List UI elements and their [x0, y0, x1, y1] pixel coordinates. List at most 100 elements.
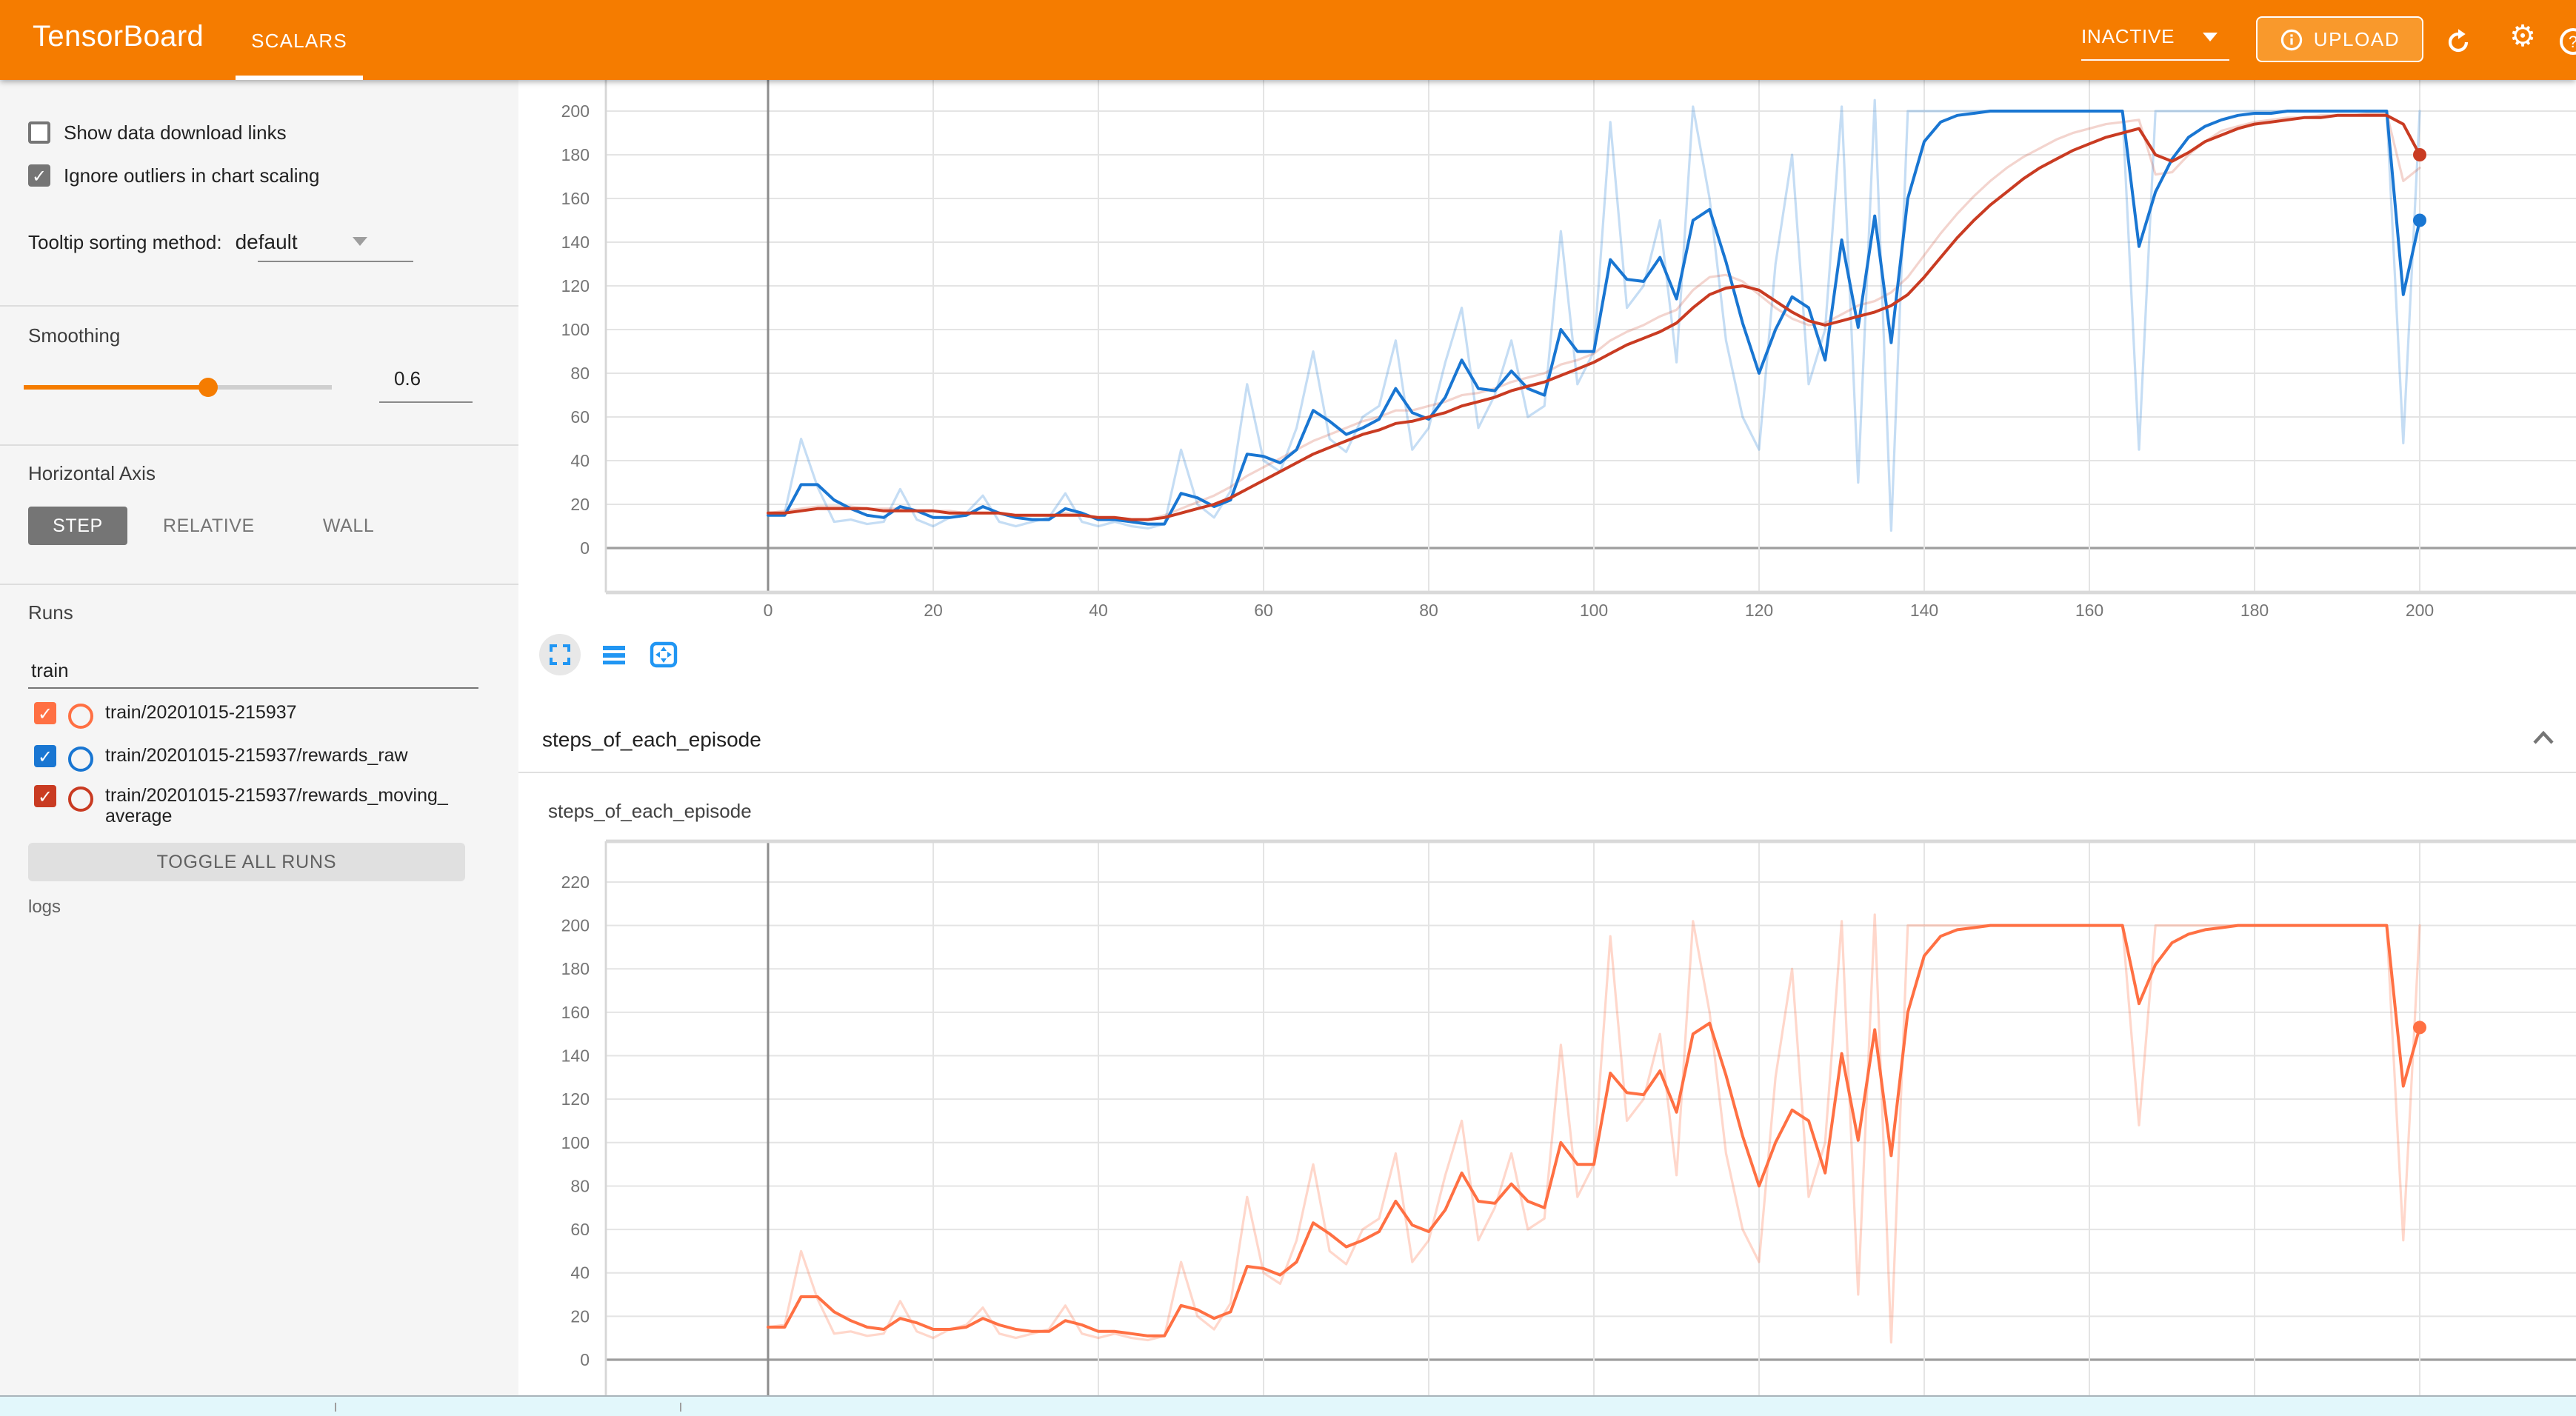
smoothing-slider[interactable] [24, 376, 332, 397]
y-axis-tick-label: 200 [561, 916, 590, 935]
y-axis-tick-label: 100 [561, 1133, 590, 1152]
rewards-chart[interactable]: 0204060801001201401601802000204060801001… [518, 80, 2576, 625]
tensorboard-app: TensorBoard SCALARS INACTIVE UPLOAD ⚙ [0, 0, 2576, 1416]
expand-chart-button[interactable] [539, 634, 581, 675]
divider [0, 584, 518, 585]
divider [0, 444, 518, 446]
y-axis-tick-label: 0 [580, 538, 590, 558]
app-header: TensorBoard SCALARS INACTIVE UPLOAD ⚙ [0, 0, 2576, 80]
collapse-section-icon[interactable] [2532, 727, 2555, 754]
scalars-dashboard: 0204060801001201401601802000204060801001… [518, 80, 2576, 1395]
horizontal-scrollbar[interactable] [0, 1395, 2576, 1416]
x-axis-tick-label: 40 [1089, 601, 1108, 620]
ignore-outliers-row[interactable]: Ignore outliers in chart scaling [28, 164, 319, 187]
environment-select-value: INACTIVE [2081, 25, 2175, 47]
toggle-all-runs-button[interactable]: TOGGLE ALL RUNS [28, 843, 465, 881]
show-download-links-label: Show data download links [64, 121, 287, 144]
y-axis-tick-label: 20 [570, 495, 590, 514]
info-icon [2280, 27, 2303, 51]
svg-text:?: ? [2569, 33, 2576, 51]
y-axis-tick-label: 180 [561, 959, 590, 978]
run-checkbox[interactable] [34, 702, 56, 724]
x-axis-tick-label: 60 [1254, 601, 1273, 620]
chart-title: steps_of_each_episode [548, 800, 752, 822]
haxis-wall-button[interactable]: WALL [302, 507, 396, 545]
x-axis-tick-label: 200 [2406, 601, 2434, 620]
y-axis-tick-label: 120 [561, 1089, 590, 1109]
run-row[interactable]: train/20201015-215937 [34, 702, 458, 728]
run-color-ring [68, 703, 93, 728]
tab-scalars[interactable]: SCALARS [236, 0, 363, 80]
gear-icon[interactable]: ⚙ [2506, 19, 2539, 52]
y-axis-tick-label: 160 [561, 189, 590, 208]
run-label: train/20201015-215937/rewards_moving_ave… [105, 785, 458, 828]
chart-toolbar [539, 631, 681, 678]
x-axis-tick-label: 180 [2240, 601, 2269, 620]
run-label: train/20201015-215937 [105, 702, 458, 724]
y-axis-tick-label: 120 [561, 276, 590, 295]
show-download-links-row[interactable]: Show data download links [28, 121, 287, 144]
help-icon[interactable]: ? [2557, 25, 2576, 58]
y-axis-tick-label: 40 [570, 451, 590, 470]
x-axis-tick-label: 20 [924, 601, 943, 620]
tag-section-title: steps_of_each_episode [542, 707, 761, 772]
horizontal-axis-segmented: STEP RELATIVE WALL [28, 507, 395, 545]
y-axis-tick-label: 200 [561, 101, 590, 121]
ignore-outliers-checkbox[interactable] [28, 164, 50, 187]
smoothing-label: Smoothing [28, 324, 120, 347]
series-end-dot [2413, 1021, 2426, 1034]
y-axis-tick-label: 0 [580, 1350, 590, 1369]
run-color-ring [68, 786, 93, 811]
upload-button[interactable]: UPLOAD [2256, 16, 2423, 62]
y-axis-tick-label: 100 [561, 320, 590, 339]
y-axis-tick-label: 80 [570, 364, 590, 383]
run-row[interactable]: train/20201015-215937/rewards_moving_ave… [34, 785, 458, 828]
settings-sidebar: Show data download links Ignore outliers… [0, 80, 518, 1395]
horizontal-axis-label: Horizontal Axis [28, 462, 156, 484]
x-axis-tick-label: 160 [2075, 601, 2103, 620]
tooltip-sorting-row: Tooltip sorting method: default [28, 230, 367, 253]
toggle-y-axis-button[interactable] [595, 637, 631, 672]
tooltip-sorting-label: Tooltip sorting method: [28, 230, 222, 253]
x-axis-tick-label: 0 [764, 601, 773, 620]
expand-icon [548, 643, 572, 667]
lines-icon [601, 643, 626, 667]
tag-section-header[interactable]: steps_of_each_episode [518, 707, 2576, 772]
scrollbar-tick [335, 1403, 336, 1412]
tooltip-sorting-underline [258, 261, 413, 262]
run-label: train/20201015-215937/rewards_raw [105, 745, 458, 767]
y-axis-tick-label: 180 [561, 145, 590, 164]
x-axis-tick-label: 140 [1910, 601, 1938, 620]
app-title: TensorBoard [33, 21, 204, 55]
y-axis-tick-label: 80 [570, 1176, 590, 1195]
run-row[interactable]: train/20201015-215937/rewards_raw [34, 745, 458, 771]
runs-filter-input[interactable] [28, 652, 478, 689]
series-end-dot [2413, 214, 2426, 227]
logdir-label: logs [28, 896, 61, 917]
fit-to-data-icon [649, 641, 678, 668]
show-download-links-checkbox[interactable] [28, 121, 50, 144]
y-axis-tick-label: 60 [570, 1220, 590, 1239]
divider [0, 305, 518, 307]
run-checkbox[interactable] [34, 785, 56, 807]
slider-fill [24, 385, 209, 389]
runs-heading: Runs [28, 601, 73, 624]
refresh-icon[interactable] [2441, 25, 2474, 58]
run-color-ring [68, 746, 93, 771]
slider-knob[interactable] [199, 378, 218, 397]
y-axis-tick-label: 40 [570, 1263, 590, 1283]
series-end-dot [2413, 148, 2426, 161]
haxis-step-button[interactable]: STEP [28, 507, 127, 545]
divider [518, 772, 2576, 773]
y-axis-tick-label: 20 [570, 1306, 590, 1326]
run-checkbox[interactable] [34, 745, 56, 767]
smoothing-value-field[interactable]: 0.6 [379, 367, 473, 403]
haxis-relative-button[interactable]: RELATIVE [142, 507, 276, 545]
x-axis-tick-label: 120 [1745, 601, 1773, 620]
y-axis-tick-label: 220 [561, 872, 590, 892]
x-axis-tick-label: 100 [1580, 601, 1608, 620]
steps-chart[interactable]: 020406080100120140160180200220 [518, 832, 2576, 1395]
tooltip-sorting-select[interactable]: default [236, 230, 298, 253]
fit-domain-button[interactable] [646, 637, 681, 672]
y-axis-tick-label: 160 [561, 1003, 590, 1022]
